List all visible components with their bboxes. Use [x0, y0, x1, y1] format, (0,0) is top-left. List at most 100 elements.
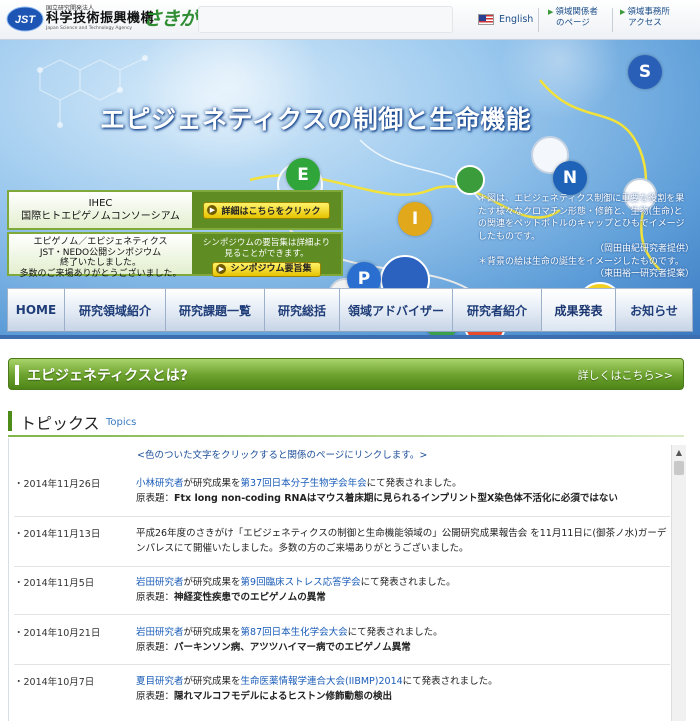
nav-area-intro[interactable]: 研究領域紹介 — [65, 288, 166, 332]
news-separator — [14, 664, 670, 665]
symposium-info-1: シンポジウムの要旨集は詳細より — [202, 238, 331, 248]
news-date: ・2014年11月13日 — [14, 529, 101, 540]
event-link[interactable]: 第9回臨床ストレス応答学会 — [241, 577, 361, 588]
news-date: ・2014年10月7日 — [14, 677, 95, 688]
office-access-link[interactable]: ▶ 領域事務所 アクセス — [620, 7, 670, 29]
nav-results[interactable]: 成果発表 — [542, 288, 616, 332]
nav-advisors[interactable]: 領域アドバイザー — [340, 288, 453, 332]
logo-text: JST — [15, 14, 36, 26]
researcher-link[interactable]: 小林研究者 — [136, 478, 184, 489]
news-body: 小林研究者が研究成果を第37回日本分子生物学会年会にて発表されました。 原表題：… — [136, 476, 670, 506]
ihec-detail-button[interactable]: ▶ 詳細はこちらをクリック — [203, 201, 330, 219]
topics-marker — [8, 411, 12, 431]
hero-note-line: ＊背景の絵は生命の誕生をイメージしたものです。 — [478, 256, 684, 267]
epigenetics-bar: エピジェネティクスとは? 詳しくはこちら>> — [8, 358, 684, 390]
nav-researchers[interactable]: 研究者紹介 — [453, 288, 542, 332]
news-text: にて発表されました。 — [366, 478, 462, 489]
news-text: が研究成果を — [183, 577, 241, 588]
news-body: 岩田研究者が研究成果を第87回日本生化学会大会にて発表されました。 原表題：パー… — [136, 625, 670, 655]
nav-supervisor[interactable]: 研究総括 — [265, 288, 340, 332]
triangle-icon: ▶ — [620, 8, 626, 16]
main-nav: HOME 研究領域紹介 研究課題一覧 研究総括 領域アドバイザー 研究者紹介 成… — [7, 288, 693, 332]
scroll-up-arrow-icon[interactable]: ▲ — [672, 445, 686, 459]
ihec-button-area: ▶ 詳細はこちらをクリック — [192, 192, 341, 228]
topics-scrollbar[interactable]: ▲ — [671, 445, 686, 721]
original-title: Ftx long non-coding RNAはマウス着床期に見られるインプリン… — [174, 493, 618, 504]
area-members-label-1: 領域関係者 — [555, 7, 598, 17]
letter-bubble-e: E — [286, 158, 320, 192]
topics-title: トピックス — [20, 414, 100, 433]
original-title-label: 原表題： — [136, 592, 175, 603]
english-label: English — [499, 14, 534, 25]
original-title-label: 原表題： — [136, 642, 175, 653]
original-title-label: 原表題： — [136, 493, 175, 504]
epigenetics-more-link[interactable]: 詳しくはこちら>> — [578, 367, 673, 383]
ihec-text: IHEC 国際ヒトエピゲノムコンソーシアム — [9, 192, 192, 228]
arrow-icon: ▶ — [207, 205, 218, 215]
letter-bubble-s: S — [628, 55, 662, 89]
symposium-line-3: 終了いたしました。 — [59, 258, 141, 268]
news-text: にて発表されました。 — [360, 577, 456, 588]
hero-note-line: の関連をペットボトルのキャップとひもでイメージ — [478, 219, 685, 229]
symposium-line-1: エピゲノム／エピジェネティクス — [33, 237, 168, 247]
news-text: が研究成果を — [183, 676, 241, 687]
letter-bubble-n: N — [553, 161, 587, 195]
arrow-icon: ▶ — [216, 264, 227, 275]
ihec-subtitle: 国際ヒトエピゲノムコンソーシアム — [21, 211, 180, 222]
symposium-abstract-label: シンポジウム要旨集 — [230, 264, 312, 274]
news-text: が研究成果を — [183, 627, 241, 638]
jst-logo[interactable]: JST — [6, 6, 44, 32]
symposium-box: エピゲノム／エピジェネティクス JST・NEDO公開シンポジウム 終了いたしまし… — [7, 232, 343, 279]
event-link[interactable]: 第37回日本分子生物学会年会 — [241, 478, 367, 489]
scroll-thumb[interactable] — [674, 461, 684, 475]
symposium-abstract-button[interactable]: ▶ シンポジウム要旨集 — [212, 262, 321, 277]
original-title-label: 原表題： — [136, 691, 175, 702]
news-body: 夏目研究者が研究成果を生命医薬情報学連合大会(IIBMP)2014にて発表されま… — [136, 674, 670, 704]
hero-credit-2: （東田裕一研究者提案） — [594, 269, 694, 279]
symposium-line-4: 多数のご来場ありがとうございました。 — [19, 268, 182, 279]
symposium-line-2: JST・NEDO公開シンポジウム — [39, 247, 162, 258]
symposium-text: エピゲノム／エピジェネティクス JST・NEDO公開シンポジウム 終了いたしまし… — [9, 234, 192, 279]
nav-home[interactable]: HOME — [7, 288, 65, 332]
topics-header: トピックス Topics — [8, 407, 684, 435]
symposium-button-area: シンポジウムの要旨集は詳細より 見ることができます。 ▶ シンポジウム要旨集 — [192, 234, 341, 277]
hero-note-line: たす様々なクロマチン形態・修飾と、生物(生命)と — [478, 206, 683, 217]
header-blank-area — [198, 6, 453, 33]
news-separator — [14, 614, 670, 615]
event-link[interactable]: 第87回日本生化学会大会 — [241, 627, 348, 638]
event-link[interactable]: 生命医薬情報学連合大会(IIBMP)2014 — [241, 676, 403, 687]
english-link[interactable]: English — [478, 14, 533, 25]
ihec-box: IHEC 国際ヒトエピゲノムコンソーシアム ▶ 詳細はこちらをクリック — [7, 190, 343, 230]
topics-subtitle: Topics — [106, 417, 137, 428]
news-body: 平成26年度のさきがけ「エピジェネティクスの制御と生命機能領域の」公開研究成果報… — [136, 528, 667, 554]
nav-project-list[interactable]: 研究課題一覧 — [166, 288, 265, 332]
org-name: 科学技術振興機構 — [46, 11, 155, 26]
divider — [612, 8, 613, 32]
news-body: 岩田研究者が研究成果を第9回臨床ストレス応答学会にて発表されました。 原表題：神… — [136, 575, 670, 605]
news-date: ・2014年10月21日 — [14, 628, 101, 639]
area-members-link[interactable]: ▶ 領域関係者 のページ — [548, 7, 598, 29]
triangle-icon: ▶ — [548, 8, 554, 16]
symposium-info-2: 見ることができます。 — [224, 248, 309, 259]
hero-caption: ＊図は、エピジェネティクス制御に重要な役割を果 たす様々なクロマチン形態・修飾と… — [478, 193, 694, 281]
nav-news[interactable]: お知らせ — [616, 288, 693, 332]
bar-marker — [15, 365, 19, 385]
hero-bottom-band — [0, 335, 700, 339]
original-title: 神経変性疾患でのエピゲノムの異常 — [174, 592, 326, 603]
researcher-link[interactable]: 岩田研究者 — [136, 627, 184, 638]
hero-title: エピジェネティクスの制御と生命機能 — [100, 105, 532, 134]
us-flag-icon — [478, 14, 494, 25]
office-label-2: アクセス — [628, 18, 662, 28]
news-separator — [14, 516, 670, 517]
researcher-link[interactable]: 岩田研究者 — [136, 577, 184, 588]
researcher-link[interactable]: 夏目研究者 — [136, 676, 184, 687]
area-members-label-2: のページ — [556, 18, 590, 28]
original-title: パーキンソン病、アツツハイマー病でのエピゲノム異常 — [174, 642, 411, 653]
epigenetics-title: エピジェネティクスとは? — [27, 368, 188, 384]
ihec-detail-label: 詳細はこちらをクリック — [221, 206, 321, 217]
news-text: にて発表されました。 — [402, 676, 498, 687]
letter-bubble-i: I — [398, 202, 432, 236]
org-block[interactable]: 国立研究開発法人 科学技術振興機構 Japan Science and Tech… — [46, 5, 154, 32]
original-title: 隠れマルコフモデルによるヒストン修飾動態の検出 — [174, 691, 393, 702]
hero-note-line: ＊図は、エピジェネティクス制御に重要な役割を果 — [478, 194, 685, 204]
